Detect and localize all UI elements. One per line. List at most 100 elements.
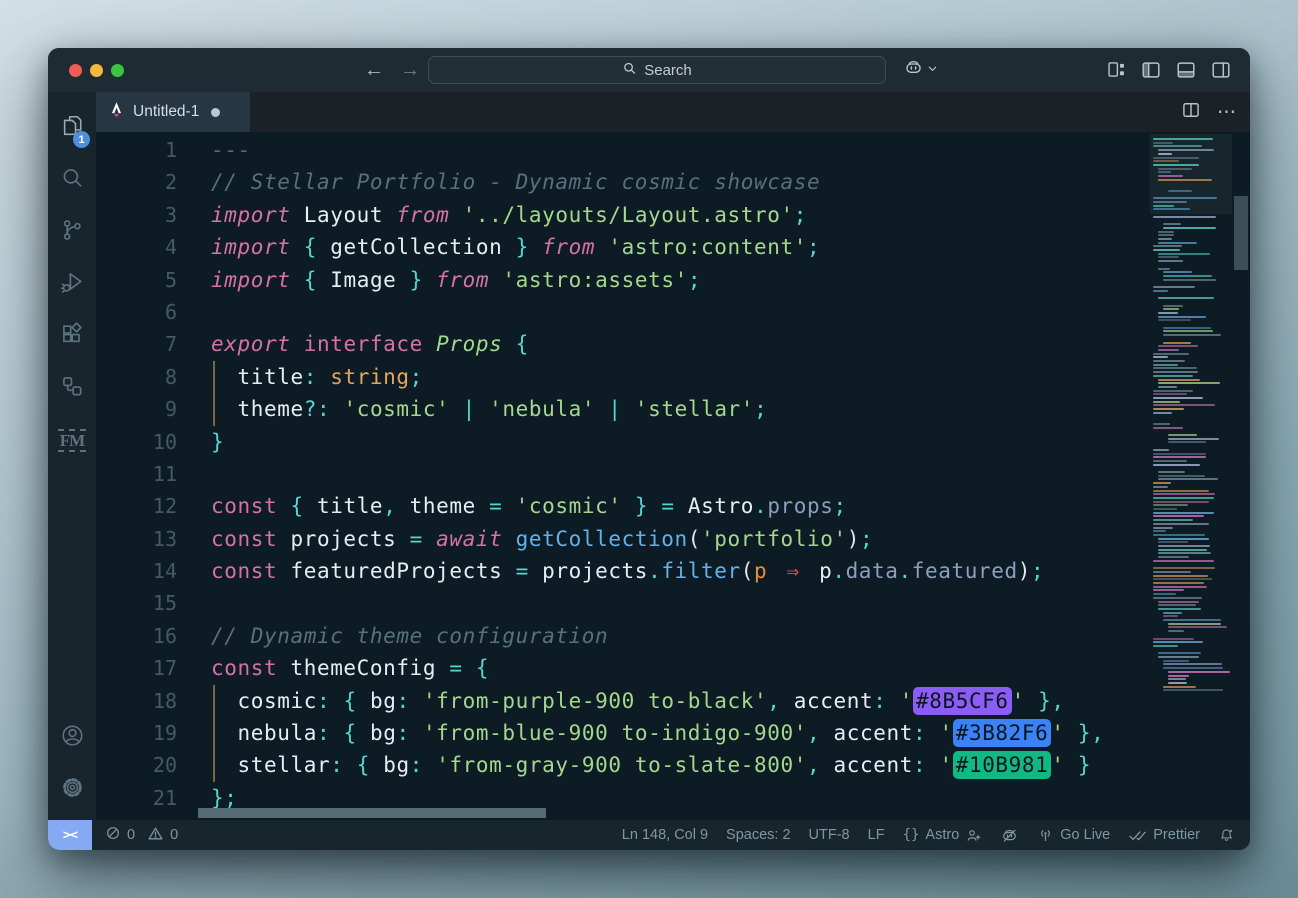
settings-button[interactable] [48,764,96,816]
code-line[interactable]: cosmic: { bg: 'from-purple-900 to-black'… [211,685,1104,717]
line-number[interactable]: 5 [96,264,177,296]
line-number[interactable]: 20 [96,749,177,781]
code-line[interactable]: const themeConfig = { [211,652,1104,684]
sidebar-item-linked-squares[interactable] [48,362,96,414]
forward-button[interactable]: → [400,48,420,92]
vertical-scrollbar[interactable] [1234,196,1248,270]
language-mode[interactable]: {} Astro [903,827,983,844]
editor[interactable]: 123456789101112131415161718192021 ---// … [96,132,1250,820]
sidebar-item-front-matter[interactable]: FM [48,414,96,466]
code-line[interactable] [211,458,1104,490]
zoom-window-button[interactable] [111,64,124,77]
minimap-row [1163,279,1216,281]
sidebar-item-extensions[interactable] [48,310,96,362]
copilot-menu[interactable] [903,57,938,83]
minimap[interactable] [1150,136,1232,820]
minimap-row [1158,179,1212,181]
minimap-row [1168,438,1219,440]
code-line[interactable] [211,587,1104,619]
minimap-row [1153,586,1207,588]
minimap-row [1158,552,1211,554]
tab-untitled-1[interactable]: Untitled-1 [96,92,250,132]
code-line[interactable]: import Layout from '../layouts/Layout.as… [211,199,1104,231]
minimap-row [1153,523,1209,525]
sidebar-item-explorer[interactable]: 1 [48,102,96,154]
back-button[interactable]: ← [364,48,384,92]
line-number[interactable]: 19 [96,717,177,749]
cursor-position[interactable]: Ln 148, Col 9 [622,827,708,843]
code-line[interactable]: title: string; [211,361,1104,393]
minimap-row [1163,689,1223,691]
code-line[interactable]: const featuredProjects = projects.filter… [211,555,1104,587]
sidebar-item-search[interactable] [48,154,96,206]
code-line[interactable]: // Stellar Portfolio - Dynamic cosmic sh… [211,166,1104,198]
copilot-status[interactable] [1000,826,1019,845]
line-number[interactable]: 16 [96,620,177,652]
line-number[interactable]: 8 [96,361,177,393]
line-number[interactable]: 4 [96,231,177,263]
line-number[interactable]: 15 [96,587,177,619]
toggle-secondary-sidebar-icon[interactable] [1210,59,1232,81]
code-line[interactable] [211,296,1104,328]
remote-indicator[interactable]: >< [48,820,92,850]
code-line[interactable]: } [211,426,1104,458]
toggle-panel-icon[interactable] [1175,59,1197,81]
encoding[interactable]: UTF-8 [809,827,850,843]
customize-layout-icon[interactable] [1106,59,1127,81]
code-line[interactable]: stellar: { bg: 'from-gray-900 to-slate-8… [211,749,1104,781]
code-line[interactable]: // Dynamic theme configuration [211,620,1104,652]
minimap-row [1163,330,1213,332]
code-line[interactable]: const { title, theme = 'cosmic' } = Astr… [211,490,1104,522]
horizontal-scrollbar[interactable] [198,808,546,818]
line-number[interactable]: 18 [96,685,177,717]
sidebar-item-source-control[interactable] [48,206,96,258]
minimap-row [1158,545,1210,547]
more-actions-icon[interactable]: ⋯ [1217,101,1236,124]
minimap-row [1153,286,1195,288]
command-center-search[interactable]: Search [428,56,886,84]
line-number[interactable]: 1 [96,134,177,166]
split-editor-icon[interactable] [1181,100,1201,125]
line-number[interactable]: 11 [96,458,177,490]
eol-sequence[interactable]: LF [868,827,885,843]
toggle-primary-sidebar-icon[interactable] [1140,59,1162,81]
prettier[interactable]: Prettier [1128,826,1200,845]
indent-guide [213,393,215,425]
line-number[interactable]: 2 [96,166,177,198]
code-line[interactable]: --- [211,134,1104,166]
chevron-down-icon [927,61,938,79]
go-live[interactable]: Go Live [1037,827,1110,844]
sidebar-item-run-debug[interactable] [48,258,96,310]
problems-indicator[interactable]: 0 0 [105,825,178,846]
line-number[interactable]: 9 [96,393,177,425]
minimap-row [1153,164,1199,166]
code-line[interactable]: const projects = await getCollection('po… [211,523,1104,555]
line-number[interactable]: 7 [96,328,177,360]
minimap-row [1153,645,1178,647]
code-line[interactable]: import { getCollection } from 'astro:con… [211,231,1104,263]
line-number[interactable]: 21 [96,782,177,814]
close-window-button[interactable] [69,64,82,77]
minimize-window-button[interactable] [90,64,103,77]
line-number[interactable]: 13 [96,523,177,555]
indentation[interactable]: Spaces: 2 [726,827,791,843]
tab-label: Untitled-1 [133,103,199,121]
notifications-bell[interactable] [1218,827,1235,844]
minimap-row [1158,149,1214,151]
line-number[interactable]: 17 [96,652,177,684]
line-number[interactable]: 14 [96,555,177,587]
accounts-button[interactable] [48,712,96,764]
code-lines[interactable]: ---// Stellar Portfolio - Dynamic cosmic… [211,134,1104,814]
code-line[interactable]: export interface Props { [211,328,1104,360]
code-line[interactable]: import { Image } from 'astro:assets'; [211,264,1104,296]
line-number[interactable]: 10 [96,426,177,458]
code-line[interactable]: theme?: 'cosmic' | 'nebula' | 'stellar'; [211,393,1104,425]
line-number[interactable]: 3 [96,199,177,231]
minimap-row [1153,401,1180,403]
titlebar[interactable]: ← → Search [48,48,1250,92]
code-line[interactable]: nebula: { bg: 'from-blue-900 to-indigo-9… [211,717,1104,749]
minimap-row [1153,560,1214,562]
line-number[interactable]: 6 [96,296,177,328]
line-number[interactable]: 12 [96,490,177,522]
minimap-row [1153,482,1171,484]
